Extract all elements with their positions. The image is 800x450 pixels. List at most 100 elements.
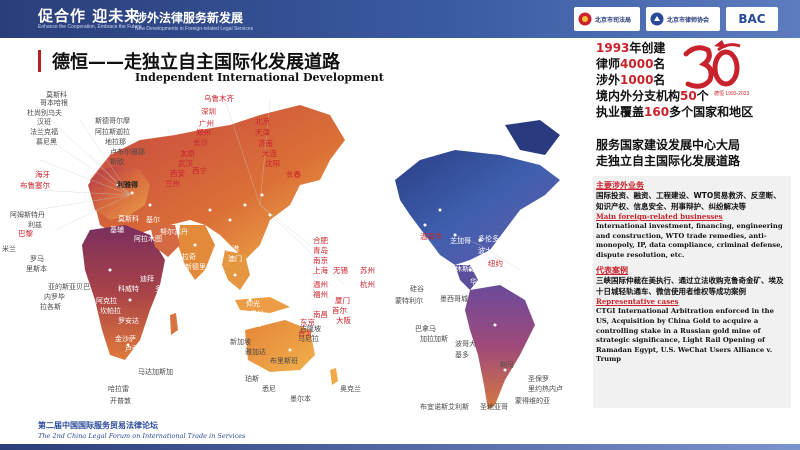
city-label: 地拉那 [105,138,126,146]
city-label: 巴黎 [18,229,33,238]
city-label: 坎帕拉 [100,307,121,315]
business-heading-en: Main foreign-related businesses [596,212,723,221]
stat-text: 律师 [596,57,621,71]
city-label: 成都 [208,263,222,271]
bar-association-emblem-icon [650,12,664,26]
city-label: 圣保罗 [528,375,549,383]
city-label: 大阪 [336,316,351,325]
justice-bureau-emblem-icon [578,12,592,26]
forum-name: 第二届中国国际服务贸易法律论坛 [38,420,158,430]
city-label: 福州 [313,290,328,299]
city-label: 波士顿 [478,247,499,255]
city-label: 斯德哥尔摩 [95,117,130,125]
city-label: 莫斯科 [46,91,67,99]
city-label: 长春 [286,170,301,179]
city-label: 无锡 [333,266,348,275]
bac-logo: BAC [726,7,778,31]
city-label: 香港 [225,245,239,253]
city-label: 重庆 [205,273,219,281]
city-label: 海牙 [35,170,50,179]
city-label: 开普敦 [110,397,131,405]
city-label: 首尔 [332,306,347,315]
city-label: 利雅得 [117,181,138,189]
city-label: 基多 [455,351,469,359]
city-label: 杭州 [360,280,375,289]
bar-association-logo: 北京市律师协会 [646,7,720,31]
city-label: 深圳 [201,107,216,116]
greenland-landmass [505,120,560,155]
anniversary-caption: 德恒 1993-2023 [714,91,750,97]
stat-text: 名 [653,73,666,87]
city-label: 汉班 [37,118,51,126]
city-label: 基尔 [146,216,160,224]
city-label: 珀斯 [245,375,259,383]
footer-bar [0,444,800,450]
city-label: 东京 [300,318,315,327]
justice-bureau-logo: 北京市司法局 [574,7,640,31]
justice-bureau-label: 北京市司法局 [595,17,632,24]
world-map-graphic [34,99,560,410]
city-label: 达卡 [185,325,199,333]
cases-heading-en: Representative cases [596,297,679,307]
city-label: 厦门 [335,296,350,305]
city-label: 奥克兰 [340,385,361,393]
city-label: 拉各斯 [40,303,61,311]
city-label: 台北 [298,329,313,338]
city-label: 蒙特利尔 [395,297,423,305]
city-label: 南宁 [193,303,207,311]
city-label: 科威特 [118,285,139,293]
city-label: 多伦多 [478,235,499,243]
city-label: 里约热内卢 [528,385,563,393]
city-label: 兰州 [165,179,180,188]
city-label: 基辅 [110,226,124,234]
city-label: 广州 [199,119,214,128]
city-label: 巴拿马 [415,325,436,333]
stat-number: 4000 [620,57,654,71]
city-label: 哈拉雷 [108,385,129,393]
city-label: 胡志明 [240,320,261,328]
city-label: 马达加斯加 [138,368,173,376]
city-label: 迪拜 [140,275,154,283]
serve-line-2: 走独立自主国际化发展道路 [596,154,741,168]
city-label: 合肥 [313,236,328,245]
city-label: 约翰内斯堡 [95,360,130,368]
city-label: 洛杉矶 [423,273,444,281]
city-label: 孟买 [188,315,202,323]
city-label: 纽约 [488,259,503,268]
city-label: 青岛 [313,246,328,255]
business-description-cn: 国际投资、融资、工程建设、WTO贸易救济、反垄断、知识产权、信息安全、刑事辩护、… [596,191,781,211]
city-label: 蒙得维的亚 [515,397,550,405]
city-label: 阿布扎比 [165,295,193,303]
city-label: 莫斯科 [118,215,139,223]
city-label: 利马 [500,361,514,369]
city-label: 布里斯班 [270,357,298,365]
stat-text: 名 [653,57,666,71]
city-label: 墨尔本 [290,395,311,403]
stat-text: 涉外 [596,73,621,87]
city-label: 雅加达 [245,348,266,356]
city-label: 阿拉斯迦拉 [95,128,130,136]
city-label: 斯欧 [110,158,124,166]
city-label: 阿克拉 [96,297,117,305]
page-subtitle: Independent International Development [135,71,384,84]
city-label: 太原 [180,149,195,158]
city-label: 苏州 [360,266,375,275]
city-label: 芝加哥 [450,237,471,245]
city-label: 硅谷 [410,285,424,293]
city-label: 里斯本 [26,265,47,273]
city-label: 迈阿密 [502,278,523,286]
slogan-subtitle: Enhance the Cooperation, Embrace the Fut… [38,24,142,30]
city-label: 仰光 [246,300,260,308]
city-label: 南京 [313,256,328,265]
cases-description-cn: 三峡国际仲裁在美执行、通过立法收购克鲁奇金矿、埃及十日城轻轨通车、微信使用者维权… [596,276,784,296]
business-heading: 主要涉外业务 [596,181,644,190]
city-label: 新加坡 [230,338,251,346]
world-map: 莫斯科 哥本哈根 杜尚别乌夫 汉班 法兰克福 慕尼黑 海牙 布鲁塞尔 阿姆斯特丹… [0,85,600,420]
city-label: 济南 [258,139,273,148]
slogan: 促合作 迎未来 [38,7,141,25]
city-label: 乌鲁木齐 [204,94,234,103]
city-label: 阿姆斯特丹 [10,211,45,219]
city-label: 内罗毕 [44,293,65,301]
city-label: 米兰 [2,245,16,253]
city-label: 墨西哥城 [440,295,468,303]
